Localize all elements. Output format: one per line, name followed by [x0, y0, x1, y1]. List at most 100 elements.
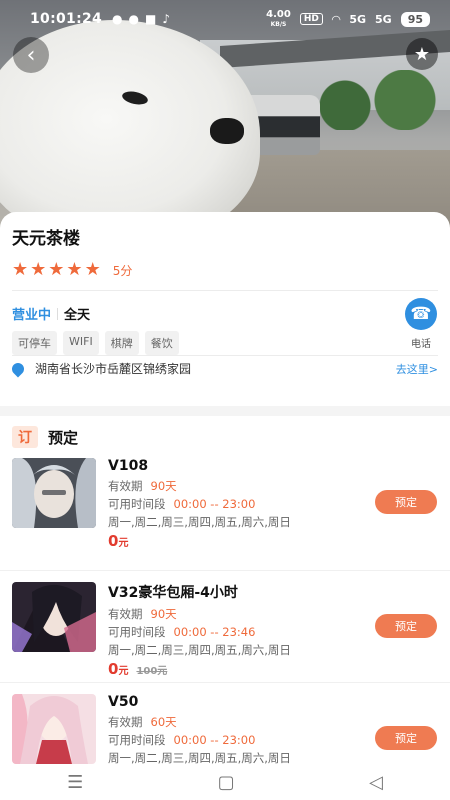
room-thumbnail: [12, 582, 96, 652]
divider: [57, 307, 59, 320]
divider: [12, 355, 438, 356]
hours-value: 00:00 -- 23:00: [173, 497, 256, 511]
network-speed: 4.00 KB/S: [266, 8, 291, 29]
rating-star-icon: ★: [48, 259, 65, 280]
system-nav-bar: ☰ ▢ ◁: [0, 764, 450, 800]
room-thumbnail: [12, 694, 96, 764]
room-name: V50: [108, 694, 139, 710]
open-time: 全天: [64, 308, 91, 323]
tiktok-icon: ♪: [162, 12, 171, 26]
rating-star-icon: ★: [66, 259, 83, 280]
back-button[interactable]: ‹: [13, 37, 49, 73]
favorite-button[interactable]: ★: [406, 38, 438, 70]
status-bar: 10:01:24 ● ● ■ ♪ 4.00 KB/S HD ◠ 5G 5G 95: [0, 0, 450, 38]
validity-value: 90天: [150, 479, 177, 493]
rating-score: 5分: [112, 263, 133, 278]
booking-header: 订 预定: [0, 416, 450, 458]
room-price: 0元 100元: [108, 660, 291, 678]
address-row[interactable]: 湖南省长沙市岳麓区锦绣家园 去这里>: [9, 360, 438, 377]
signal-icon-2: 5G: [375, 12, 392, 26]
business-hours: 营业中 全天: [12, 304, 438, 323]
room-hours: 可用时间段 00:00 -- 23:46: [108, 624, 291, 640]
hours-label: 可用时间段: [108, 497, 166, 511]
hours-label: 可用时间段: [108, 625, 166, 639]
book-button[interactable]: 预定: [375, 490, 437, 514]
shop-name: 天元茶楼: [12, 229, 80, 249]
facility-tags: 可停车 WIFI 棋牌 餐饮: [12, 331, 438, 355]
shop-address: 湖南省长沙市岳麓区锦绣家园: [35, 362, 192, 376]
phone-label: 电话: [411, 339, 431, 350]
price-value: 0: [108, 532, 119, 550]
original-price: 100元: [136, 666, 168, 677]
hero-trees: [300, 70, 450, 130]
back-triangle-icon[interactable]: ◁: [369, 772, 383, 793]
navigate-link[interactable]: 去这里>: [396, 361, 438, 377]
room-price: 0元: [108, 532, 291, 550]
book-button[interactable]: 预定: [375, 614, 437, 638]
wechat-icon: ●: [112, 12, 123, 26]
room-info: V50 有效期 60天 可用时间段 00:00 -- 23:00 周一,周二,周三,…: [108, 694, 291, 764]
tag-chess: 棋牌: [104, 331, 139, 355]
rating-star-icon: ★: [12, 259, 29, 280]
room-validity: 有效期 60天: [108, 714, 291, 730]
hero-dog-nose: [210, 118, 244, 144]
room-hours: 可用时间段 00:00 -- 23:00: [108, 496, 291, 512]
validity-label: 有效期: [108, 607, 143, 621]
hd-badge: HD: [299, 13, 323, 25]
validity-label: 有效期: [108, 479, 143, 493]
tag-parking: 可停车: [12, 331, 57, 355]
app-badge-icon: ■: [145, 12, 157, 26]
status-app-icons: ● ● ■ ♪: [112, 12, 170, 26]
shop-info-card: 天元茶楼 ★ ★ ★ ★ ★ 5分 营业中 全天 可停车 WIFI 棋牌 餐饮 …: [0, 212, 450, 406]
room-info: V32豪华包厢-4小时 有效期 90天 可用时间段 00:00 -- 23:46 周…: [108, 582, 291, 682]
tag-dining: 餐饮: [144, 331, 179, 355]
open-status: 营业中: [12, 308, 52, 323]
room-days: 周一,周二,周三,周四,周五,周六,周日: [108, 515, 291, 529]
hours-value: 00:00 -- 23:00: [173, 733, 256, 747]
room-validity: 有效期 90天: [108, 478, 291, 494]
chevron-left-icon: ‹: [26, 42, 36, 68]
room-name: V108: [108, 458, 149, 474]
status-time: 10:01:24: [30, 11, 103, 27]
rating-star-icon: ★: [84, 259, 101, 280]
network-speed-value: 4.00: [266, 8, 291, 20]
location-pin-icon: [9, 360, 27, 377]
room-days: 周一,周二,周三,周四,周五,周六,周日: [108, 751, 291, 764]
room-item[interactable]: V108 有效期 90天 可用时间段 00:00 -- 23:00 周一,周二,周三…: [0, 458, 450, 570]
phone-icon: ☎: [405, 298, 437, 330]
room-validity: 有效期 90天: [108, 606, 291, 622]
status-right: 4.00 KB/S HD ◠ 5G 5G 95: [266, 8, 430, 29]
network-speed-unit: KB/S: [270, 20, 287, 28]
book-button[interactable]: 预定: [375, 726, 437, 750]
signal-icon-1: 5G: [349, 12, 366, 26]
weibo-icon: ●: [128, 12, 140, 26]
room-item[interactable]: V50 有效期 60天 可用时间段 00:00 -- 23:00 周一,周二,周三,…: [0, 682, 450, 764]
rating-row: ★ ★ ★ ★ ★ 5分: [12, 261, 438, 279]
validity-value: 60天: [150, 715, 177, 729]
booking-title: 预定: [48, 428, 79, 447]
hours-value: 00:00 -- 23:46: [173, 625, 256, 639]
wifi-icon: ◠: [331, 12, 341, 26]
price-unit: 元: [118, 538, 129, 549]
home-icon[interactable]: ▢: [218, 772, 235, 793]
hours-label: 可用时间段: [108, 733, 166, 747]
price-unit: 元: [118, 666, 129, 677]
phone-button[interactable]: ☎ 电话: [404, 298, 438, 350]
divider: [12, 290, 438, 291]
room-name: V32豪华包厢-4小时: [108, 585, 238, 601]
room-days: 周一,周二,周三,周四,周五,周六,周日: [108, 643, 291, 657]
price-value: 0: [108, 660, 119, 678]
menu-icon[interactable]: ☰: [67, 772, 83, 793]
battery-level: 95: [400, 11, 430, 27]
rating-star-icon: ★: [30, 259, 47, 280]
validity-label: 有效期: [108, 715, 143, 729]
tag-wifi: WIFI: [63, 331, 99, 355]
booking-section: 订 预定 V108 有效期 90天 可用时间段 00:00 -- 23:00 周一,…: [0, 416, 450, 764]
room-hours: 可用时间段 00:00 -- 23:00: [108, 732, 291, 748]
star-icon: ★: [413, 43, 431, 65]
room-item[interactable]: V32豪华包厢-4小时 有效期 90天 可用时间段 00:00 -- 23:46 周…: [0, 570, 450, 682]
room-info: V108 有效期 90天 可用时间段 00:00 -- 23:00 周一,周二,周三…: [108, 458, 291, 570]
room-thumbnail: [12, 458, 96, 528]
validity-value: 90天: [150, 607, 177, 621]
booking-badge-icon: 订: [12, 426, 38, 448]
